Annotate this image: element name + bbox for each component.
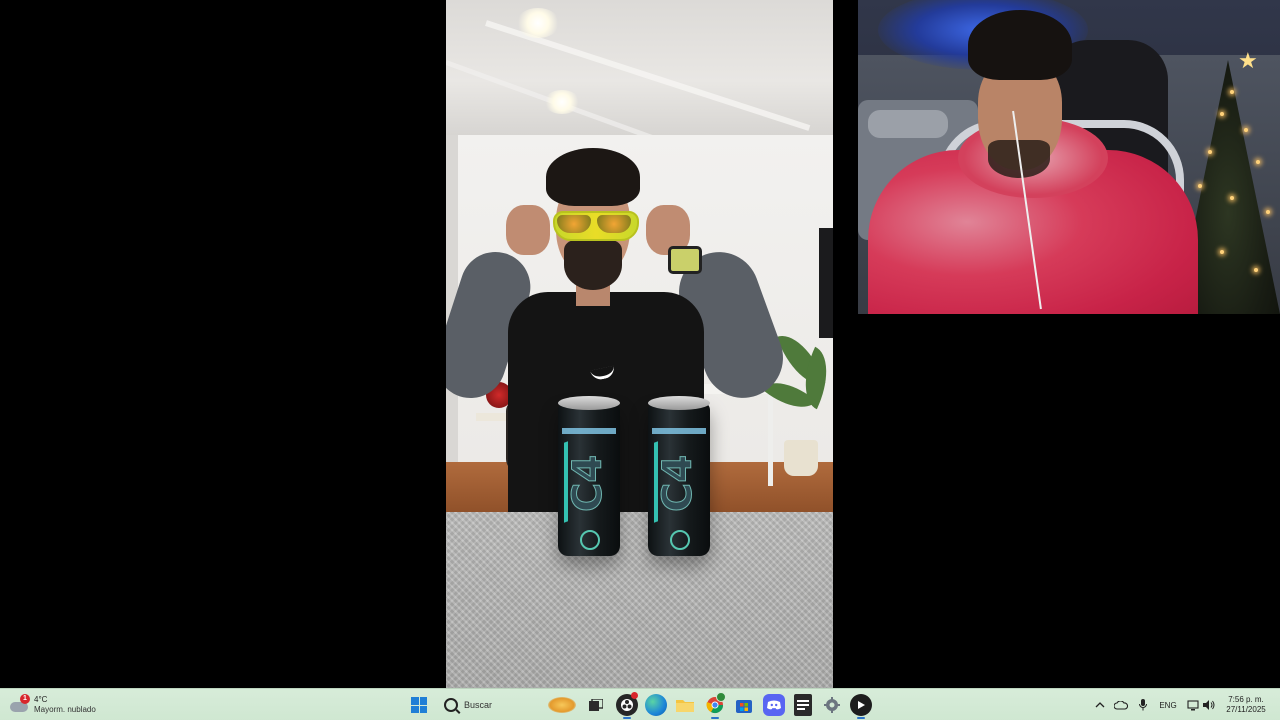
volume-tray[interactable]	[1201, 689, 1217, 720]
cloud-icon	[1114, 700, 1128, 710]
gear-icon	[821, 694, 843, 716]
desk-leg	[768, 394, 773, 486]
windows-icon	[411, 697, 427, 713]
notification-badge: 1	[20, 694, 30, 704]
speaker-icon	[1203, 700, 1215, 710]
edge-icon	[645, 694, 667, 716]
search-highlight-icon	[548, 697, 576, 713]
clock-date: 27/11/2025	[1226, 705, 1266, 714]
taskbar-app-task-view[interactable]	[585, 689, 607, 720]
table	[446, 512, 833, 688]
play-icon	[850, 694, 872, 716]
start-button[interactable]	[407, 689, 431, 720]
plant-pot	[784, 440, 818, 476]
taskbar-app-media-player[interactable]	[850, 689, 872, 720]
weather-description: Mayorm. nublado	[34, 705, 96, 714]
search-box[interactable]: Buscar	[438, 689, 582, 720]
tree-light	[1198, 184, 1202, 188]
sunglasses-lens	[557, 215, 591, 233]
taskbar-app-discord[interactable]	[763, 689, 785, 720]
beard	[564, 240, 622, 290]
hair	[546, 148, 640, 206]
active-indicator	[857, 717, 865, 719]
pillow	[868, 110, 948, 138]
clock[interactable]: 7:56 p. m. 27/11/2025	[1218, 689, 1274, 720]
taskbar-app-epic-games[interactable]	[792, 689, 814, 720]
network-icon	[1187, 699, 1199, 710]
tv	[819, 228, 833, 338]
show-hidden-icons-button[interactable]	[1092, 689, 1108, 720]
can-top	[648, 396, 710, 410]
star-icon: ★	[1238, 48, 1258, 73]
store-icon	[733, 694, 755, 716]
main-video[interactable]: C4 C4	[446, 0, 833, 688]
tree-light	[1220, 250, 1224, 254]
microphone-icon	[1139, 699, 1147, 711]
ceiling-light	[544, 90, 580, 114]
folder-icon	[674, 694, 696, 716]
search-label: Buscar	[464, 700, 493, 710]
taskbar-app-edge[interactable]	[645, 689, 667, 720]
network-tray[interactable]	[1185, 689, 1201, 720]
can-logo: C4	[565, 454, 612, 512]
sunglasses-lens	[597, 215, 631, 233]
hand	[506, 205, 550, 255]
weather-text: 4°C Mayorm. nublado	[34, 695, 96, 715]
webcam-feed[interactable]: ★	[858, 0, 1280, 314]
taskbar-app-obs[interactable]	[616, 689, 638, 720]
tree-light	[1254, 268, 1258, 272]
taskbar-app-file-explorer[interactable]	[674, 689, 696, 720]
tree-light	[1244, 128, 1248, 132]
can-top	[558, 396, 620, 410]
clock-time: 7:56 p. m.	[1228, 695, 1264, 704]
ceiling-light	[516, 8, 560, 38]
tree-light	[1208, 150, 1212, 154]
profile-badge	[716, 692, 726, 702]
smartwatch	[668, 246, 702, 274]
tree-light	[1266, 210, 1270, 214]
taskbar-app-settings[interactable]	[821, 689, 843, 720]
microphone-tray[interactable]	[1134, 689, 1152, 720]
search-icon	[444, 698, 458, 712]
recording-indicator	[631, 692, 638, 699]
taskbar: 1 4°C Mayorm. nublado Buscar ENG 7:56 p.…	[0, 688, 1280, 720]
language-label: ENG	[1159, 700, 1177, 710]
can-band	[652, 428, 706, 434]
epic-games-icon	[794, 694, 812, 716]
hair	[968, 10, 1072, 80]
language-indicator[interactable]: ENG	[1156, 689, 1180, 720]
energy-drink-can: C4	[648, 396, 710, 556]
tree-light	[1230, 196, 1234, 200]
can-band	[562, 428, 616, 434]
can-logo: C4	[655, 454, 702, 512]
weather-widget[interactable]: 1 4°C Mayorm. nublado	[10, 689, 130, 720]
cloud-icon: 1	[10, 694, 30, 712]
desktop-screen: C4 C4 ★ 1 4°C Mayorm. nublado Buscar ENG…	[0, 0, 1280, 720]
can-badge	[580, 530, 600, 550]
chevron-up-icon	[1095, 702, 1105, 708]
energy-drink-can: C4	[558, 396, 620, 556]
taskbar-app-chrome[interactable]	[704, 689, 726, 720]
active-indicator	[623, 717, 631, 719]
active-indicator	[711, 717, 719, 719]
tree-light	[1256, 160, 1260, 164]
tree-light	[1230, 90, 1234, 94]
onedrive-tray[interactable]	[1112, 689, 1130, 720]
tree-light	[1220, 112, 1224, 116]
task-view-icon	[585, 694, 607, 716]
can-badge	[670, 530, 690, 550]
discord-icon	[763, 694, 785, 716]
taskbar-app-microsoft-store[interactable]	[733, 689, 755, 720]
weather-temperature: 4°C	[34, 695, 48, 704]
